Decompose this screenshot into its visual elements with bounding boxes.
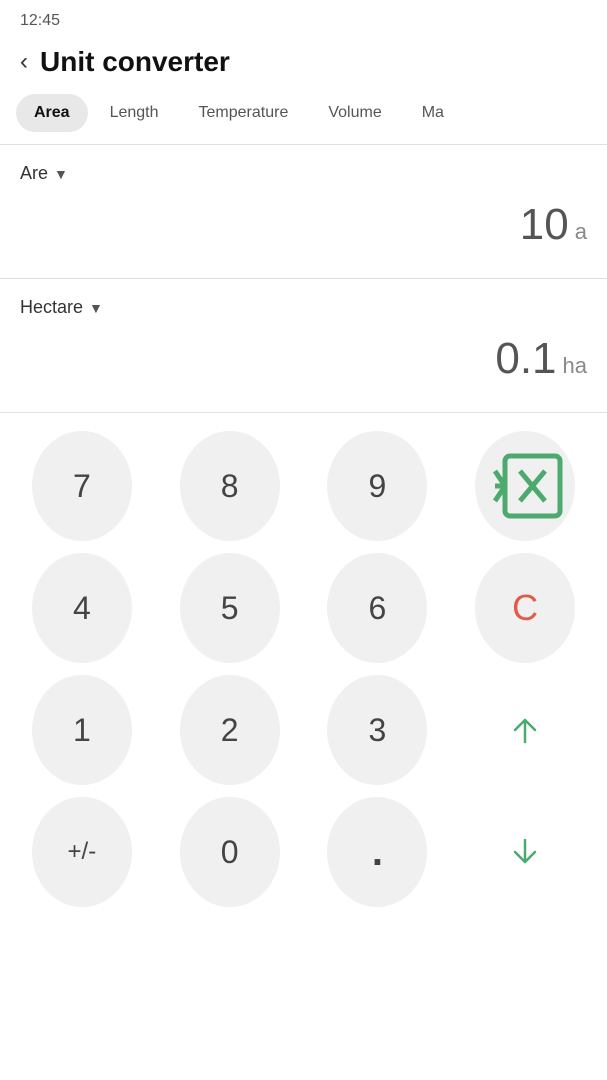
unit-to-value-display: 0.1 ha — [20, 326, 587, 400]
unit-from-symbol: a — [575, 219, 587, 245]
tab-temperature[interactable]: Temperature — [181, 94, 307, 132]
page-title: Unit converter — [40, 46, 230, 78]
unit-to-dropdown-icon: ▼ — [89, 300, 103, 316]
key-6[interactable]: 6 — [327, 553, 427, 663]
unit-to-value: 0.1 — [495, 334, 556, 384]
key-7[interactable]: 7 — [32, 431, 132, 541]
key-1[interactable]: 1 — [32, 675, 132, 785]
key-delete[interactable] — [475, 431, 575, 541]
key-swap-up[interactable] — [475, 675, 575, 785]
unit-from-selector[interactable]: Are ▼ — [20, 145, 587, 192]
key-5[interactable]: 5 — [180, 553, 280, 663]
key-clear[interactable]: C — [475, 553, 575, 663]
keypad: 7 8 9 4 5 6 C 1 2 3 +/- 0 . — [0, 417, 607, 913]
key-8[interactable]: 8 — [180, 431, 280, 541]
unit-from-value-display: 10 a — [20, 192, 587, 266]
down-arrow-icon — [507, 834, 543, 870]
key-4[interactable]: 4 — [32, 553, 132, 663]
key-swap-down[interactable] — [475, 797, 575, 907]
key-plus-minus[interactable]: +/- — [32, 797, 132, 907]
tabs-container: Area Length Temperature Volume Ma — [0, 94, 607, 132]
key-dot[interactable]: . — [327, 797, 427, 907]
key-3[interactable]: 3 — [327, 675, 427, 785]
unit-from-name: Are — [20, 163, 48, 184]
key-9[interactable]: 9 — [327, 431, 427, 541]
tab-area[interactable]: Area — [16, 94, 88, 132]
unit-from-value: 10 — [520, 200, 569, 250]
unit-from-dropdown-icon: ▼ — [54, 166, 68, 182]
unit-to-selector[interactable]: Hectare ▼ — [20, 279, 587, 326]
unit-from-section: Are ▼ 10 a — [0, 145, 607, 266]
unit-to-name: Hectare — [20, 297, 83, 318]
up-arrow-icon — [507, 712, 543, 748]
unit-to-section: Hectare ▼ 0.1 ha — [0, 279, 607, 400]
tab-mass[interactable]: Ma — [404, 94, 462, 132]
unit-to-symbol: ha — [563, 353, 587, 379]
status-bar: 12:45 — [0, 0, 607, 36]
tab-length[interactable]: Length — [92, 94, 177, 132]
status-time: 12:45 — [20, 12, 60, 29]
key-0[interactable]: 0 — [180, 797, 280, 907]
header: ‹ Unit converter — [0, 36, 607, 94]
tab-volume[interactable]: Volume — [310, 94, 399, 132]
delete-icon — [475, 436, 575, 536]
key-2[interactable]: 2 — [180, 675, 280, 785]
keypad-divider — [0, 412, 607, 413]
back-button[interactable]: ‹ — [20, 50, 28, 74]
